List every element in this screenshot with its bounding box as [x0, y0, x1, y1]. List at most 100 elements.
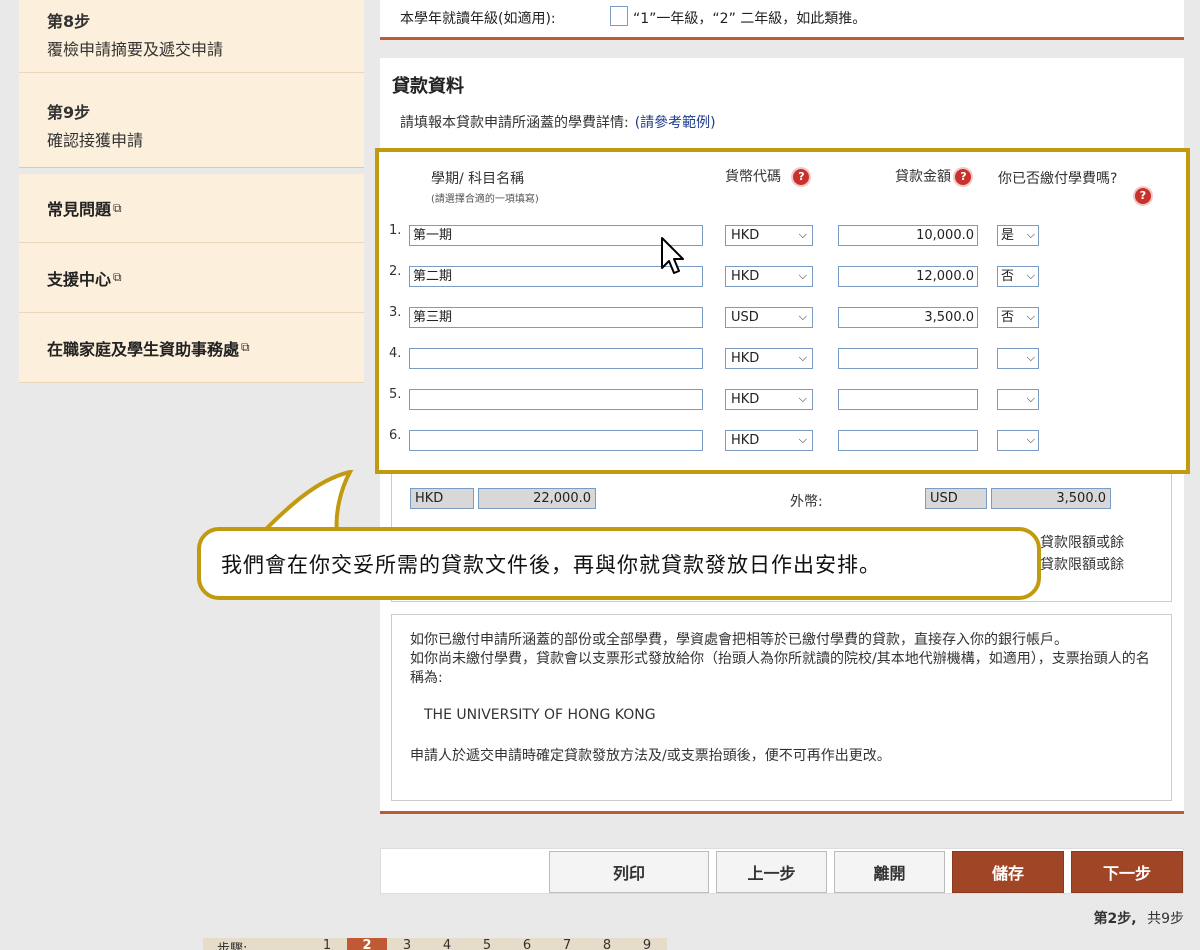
- grade-row: 本學年就讀年級(如適用): “1”一年級，“2” 二年級，如此類推。: [380, 0, 1184, 40]
- sidebar-step-9[interactable]: 第9步 確認接獲申請: [19, 73, 364, 168]
- term-input[interactable]: [409, 389, 703, 410]
- section-description: 請填報本貸款申請所涵蓋的學費詳情: (請參考範例): [400, 112, 716, 132]
- table-row: 3. 第三期 USD ⌵ 3,500.0 否 ⌵: [379, 305, 1186, 329]
- pager-page-4[interactable]: 4: [427, 938, 467, 950]
- question-icon[interactable]: ?: [1135, 188, 1151, 204]
- pager-label: 步驟:: [217, 942, 248, 950]
- header-term-sub: (請選擇合適的一項填寫): [431, 194, 539, 205]
- pager-page-3[interactable]: 3: [387, 938, 427, 950]
- link-label: 支援中心: [47, 269, 112, 289]
- header-term: 學期/ 科目名稱 (請選擇合適的一項填寫): [431, 168, 539, 205]
- example-link[interactable]: (請參考範例): [635, 115, 716, 131]
- paid-select[interactable]: 否 ⌵: [997, 307, 1039, 328]
- term-input[interactable]: [409, 430, 703, 451]
- pager-page-6[interactable]: 6: [507, 938, 547, 950]
- table-row: 1. 第一期 HKD ⌵ 10,000.0 是 ⌵: [379, 223, 1186, 247]
- link-label: 常見問題: [47, 200, 112, 219]
- chevron-down-icon: ⌵: [1026, 351, 1035, 364]
- grade-hint: “1”一年級，“2” 二年級，如此類推。: [633, 11, 867, 27]
- main-content: 本學年就讀年級(如適用): “1”一年級，“2” 二年級，如此類推。 貸款資料 …: [375, 0, 1190, 814]
- amount-input[interactable]: [838, 430, 978, 451]
- external-link-icon: ⧉: [113, 270, 122, 284]
- amount-input[interactable]: [838, 348, 978, 369]
- paid-select[interactable]: ⌵: [997, 430, 1039, 451]
- sidebar-link-support[interactable]: 支援中心 ⧉: [19, 243, 364, 313]
- pager-page-9[interactable]: 9: [627, 938, 667, 950]
- question-icon[interactable]: ?: [955, 169, 972, 185]
- callout-text: 我們會在你交妥所需的貸款文件後，再與你就貸款發放日作出安排。: [221, 553, 881, 577]
- currency-value: HKD: [731, 392, 760, 407]
- step-total: 共9步: [1147, 911, 1184, 927]
- sidebar-link-faq[interactable]: 常見問題 ⧉: [19, 174, 364, 243]
- term-input[interactable]: 第二期: [409, 266, 703, 287]
- pager-page-2[interactable]: 2: [347, 938, 387, 950]
- pager-page-7[interactable]: 7: [547, 938, 587, 950]
- info-unpaid-text: 如你尚未繳付學費，貸款會以支票形式發放給你（抬頭人為你所就讀的院校/其本地代辦機…: [410, 651, 1150, 686]
- chevron-down-icon: ⌵: [798, 433, 807, 446]
- step-name: 覆檢申請摘要及遞交申請: [47, 40, 224, 59]
- sidebar-step-8[interactable]: 第8步 覆檢申請摘要及遞交申請: [19, 0, 364, 73]
- paid-select[interactable]: 是 ⌵: [997, 225, 1039, 246]
- currency-select[interactable]: HKD ⌵: [725, 225, 813, 246]
- paid-value: 否: [1001, 269, 1015, 284]
- mouse-pointer-icon: [661, 237, 684, 274]
- amount-input[interactable]: 3,500.0: [838, 307, 978, 328]
- info-paid-text: 如你已繳付申請所涵蓋的部份或全部學費，學資處會把相等於已繳付學費的貸款，直接存入…: [410, 632, 1068, 648]
- paid-select[interactable]: ⌵: [997, 389, 1039, 410]
- step-counter: 第2步, 共9步: [1094, 908, 1184, 928]
- term-input[interactable]: 第一期: [409, 225, 703, 246]
- chevron-down-icon: ⌵: [1026, 392, 1035, 405]
- term-input[interactable]: 第三期: [409, 307, 703, 328]
- currency-value: HKD: [731, 228, 760, 243]
- currency-select[interactable]: HKD ⌵: [725, 348, 813, 369]
- payee-name: THE UNIVERSITY OF HONG KONG: [424, 707, 656, 723]
- amount-input[interactable]: 10,000.0: [838, 225, 978, 246]
- save-button[interactable]: 儲存: [952, 851, 1064, 893]
- step-number: 第9步: [47, 103, 91, 122]
- chevron-down-icon: ⌵: [798, 392, 807, 405]
- grade-input[interactable]: [610, 6, 628, 26]
- callout-bubble: 我們會在你交妥所需的貸款文件後，再與你就貸款發放日作出安排。: [197, 527, 1041, 600]
- term-input[interactable]: [409, 348, 703, 369]
- chevron-down-icon: ⌵: [798, 269, 807, 282]
- row-number: 2.: [389, 264, 402, 279]
- chevron-down-icon: ⌵: [798, 228, 807, 241]
- external-link-icon: ⧉: [241, 340, 250, 354]
- previous-button[interactable]: 上一步: [716, 851, 827, 893]
- step-pager: 步驟: 1 2 3 4 5 6 7 8 9: [203, 938, 667, 950]
- header-amount: 貸款金額 ?: [895, 166, 972, 186]
- header-term-label: 學期/ 科目名稱: [431, 171, 525, 187]
- currency-select[interactable]: USD ⌵: [725, 307, 813, 328]
- header-paid-label: 你已否繳付學費嗎?: [998, 171, 1118, 187]
- local-currency-total: HKD: [410, 488, 474, 509]
- row-number: 4.: [389, 346, 402, 361]
- question-icon[interactable]: ?: [793, 169, 810, 185]
- paid-select[interactable]: ⌵: [997, 348, 1039, 369]
- row-number: 1.: [389, 223, 402, 238]
- currency-select[interactable]: HKD ⌵: [725, 389, 813, 410]
- next-button[interactable]: 下一步: [1071, 851, 1183, 893]
- pager-page-1[interactable]: 1: [307, 938, 347, 950]
- currency-value: HKD: [731, 269, 760, 284]
- currency-select[interactable]: HKD ⌵: [725, 266, 813, 287]
- chevron-down-icon: ⌵: [1026, 269, 1035, 282]
- row-number: 5.: [389, 387, 402, 402]
- table-row: 5. HKD ⌵ ⌵: [379, 387, 1186, 411]
- print-button[interactable]: 列印: [549, 851, 709, 893]
- sidebar-link-wfsfaa[interactable]: 在職家庭及學生資助事務處 ⧉: [19, 313, 364, 383]
- table-row: 4. HKD ⌵ ⌵: [379, 346, 1186, 370]
- currency-select[interactable]: HKD ⌵: [725, 430, 813, 451]
- amount-input[interactable]: [838, 389, 978, 410]
- link-label: 在職家庭及學生資助事務處: [47, 339, 240, 359]
- amount-input[interactable]: 12,000.0: [838, 266, 978, 287]
- paid-select[interactable]: 否 ⌵: [997, 266, 1039, 287]
- info-final-text: 申請人於遞交申請時確定貸款發放方法及/或支票抬頭後，便不可再作出更改。: [410, 748, 891, 764]
- pager-page-8[interactable]: 8: [587, 938, 627, 950]
- header-currency: 貨幣代碼 ?: [725, 166, 810, 186]
- pager-page-5[interactable]: 5: [467, 938, 507, 950]
- paid-value: 否: [1001, 310, 1015, 325]
- disbursement-info: 如你已繳付申請所涵蓋的部份或全部學費，學資處會把相等於已繳付學費的貸款，直接存入…: [391, 614, 1172, 801]
- leave-button[interactable]: 離開: [834, 851, 945, 893]
- header-currency-label: 貨幣代碼: [725, 169, 781, 185]
- loan-limit-note: 貸款限額或餘: [1040, 535, 1124, 551]
